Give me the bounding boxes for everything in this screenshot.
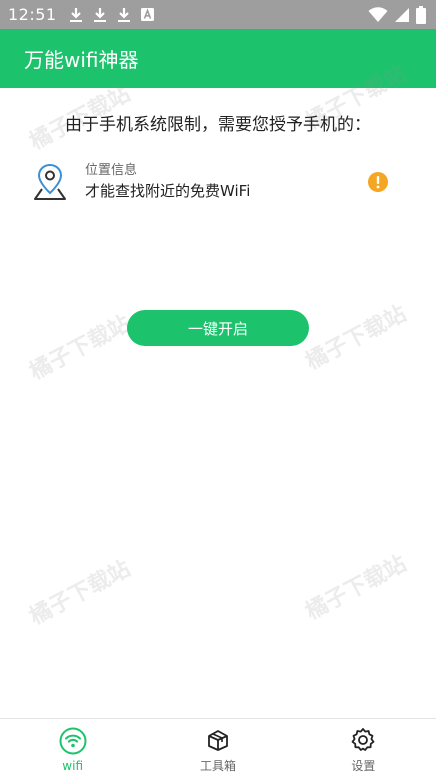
gear-icon bbox=[351, 728, 375, 751]
system-icons bbox=[368, 0, 426, 29]
a-badge-icon bbox=[140, 8, 154, 21]
download-icon bbox=[93, 7, 106, 22]
watermark: 橘子下载站 bbox=[25, 556, 135, 631]
toolbox-icon bbox=[208, 730, 228, 751]
nav-label-settings: 设置 bbox=[351, 759, 376, 773]
nav-item-wifi[interactable]: wifi bbox=[0, 719, 145, 776]
watermark: 橘子下载站 bbox=[301, 551, 411, 626]
status-bar: 12:51 bbox=[0, 0, 436, 29]
nav-item-settings[interactable]: 设置 bbox=[291, 719, 436, 776]
wifi-signal-icon bbox=[368, 6, 388, 22]
location-pin-icon bbox=[34, 163, 66, 200]
permission-intro: 由于手机系统限制，需要您授予手机的： bbox=[65, 115, 371, 135]
notification-icons bbox=[69, 7, 154, 23]
cell-signal-icon bbox=[395, 7, 409, 22]
permission-description: 才能查找附近的免费WiFi bbox=[85, 182, 251, 200]
nav-item-toolbox[interactable]: 工具箱 bbox=[145, 719, 290, 776]
nav-label-toolbox: 工具箱 bbox=[199, 759, 236, 773]
battery-icon bbox=[416, 5, 426, 24]
app-title: 万能wifi神器 bbox=[24, 48, 139, 72]
app-bar: 万能wifi神器 bbox=[0, 29, 436, 88]
watermark: 橘子下载站 bbox=[301, 301, 411, 376]
watermark: 橘子下载站 bbox=[25, 311, 135, 386]
download-icon bbox=[69, 7, 82, 22]
nav-label-wifi: wifi bbox=[62, 759, 84, 773]
download-icon bbox=[117, 7, 130, 22]
warning-icon bbox=[368, 172, 388, 192]
wifi-icon bbox=[59, 727, 87, 755]
permission-text: 位置信息 才能查找附近的免费WiFi bbox=[85, 162, 368, 202]
enable-button[interactable]: 一键开启 bbox=[127, 310, 309, 346]
permission-title: 位置信息 bbox=[85, 163, 138, 178]
bottom-nav: wifi 工具箱 设置 bbox=[0, 718, 436, 776]
permission-location-row[interactable]: 位置信息 才能查找附近的免费WiFi bbox=[32, 160, 388, 204]
status-time: 12:51 bbox=[8, 5, 57, 24]
screen: 12:51 万能wifi神器 橘子下载站 橘子下载站 橘子下载站 橘子下载站 橘… bbox=[0, 0, 436, 776]
